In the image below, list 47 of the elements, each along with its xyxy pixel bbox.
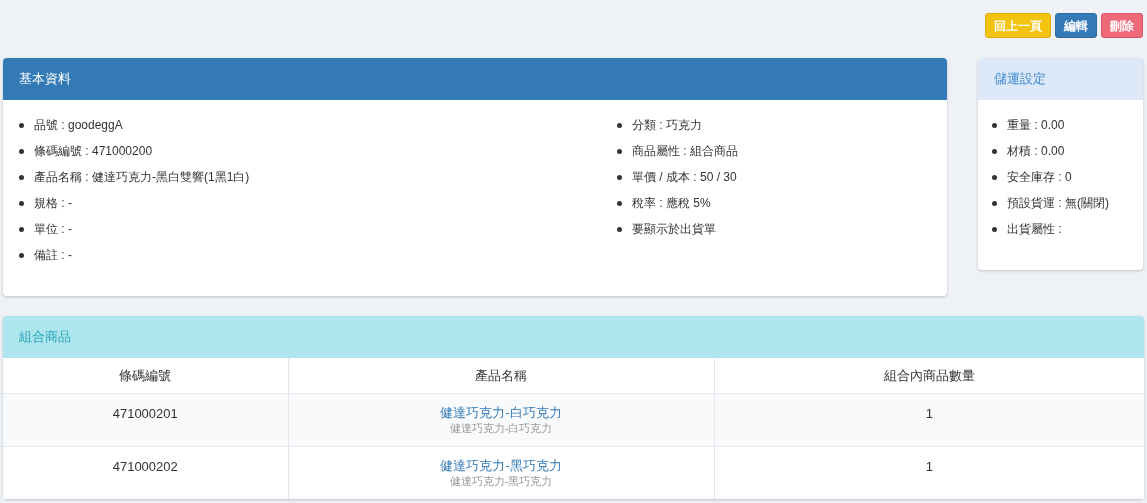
info-text: 安全庫存 : 0 xyxy=(1007,169,1072,186)
info-text: 商品屬性 : 組合商品 xyxy=(632,143,738,160)
table-cell: 471000202 xyxy=(3,446,288,499)
panel-title: 儲運設定 xyxy=(994,70,1046,89)
info-text: 出貨屬性 : xyxy=(1007,221,1062,238)
info-text: 條碼編號 : 471000200 xyxy=(34,143,153,160)
info-text: 重量 : 0.00 xyxy=(1007,117,1065,134)
delete-button[interactable]: 刪除 xyxy=(1101,13,1143,38)
info-text: 單價 / 成本 : 50 / 30 xyxy=(632,169,737,186)
bullet-icon xyxy=(19,148,24,154)
bullet-icon xyxy=(617,122,622,128)
info-text: 單位 : - xyxy=(34,221,72,238)
bullet-icon xyxy=(19,200,24,206)
bullet-icon xyxy=(617,148,622,154)
column-header: 產品名稱 xyxy=(288,358,714,393)
info-text: 稅率 : 應稅 5% xyxy=(632,195,711,212)
info-text: 材積 : 0.00 xyxy=(1007,143,1065,160)
bullet-icon xyxy=(992,122,997,128)
bullet-icon xyxy=(19,252,24,258)
bullet-icon xyxy=(617,226,622,232)
bullet-icon xyxy=(992,200,997,206)
bullet-icon xyxy=(19,122,24,128)
info-text: 規格 : - xyxy=(34,195,72,212)
table-cell: 1 xyxy=(714,393,1144,446)
bullet-icon xyxy=(19,226,24,232)
product-link[interactable]: 健達巧克力-白巧克力 xyxy=(288,403,714,421)
info-text: 品號 : goodeggA xyxy=(34,117,123,134)
column-header: 條碼編號 xyxy=(3,358,288,393)
bullet-icon xyxy=(992,174,997,180)
bullet-icon xyxy=(19,174,24,180)
panel-title: 組合商品 xyxy=(19,328,71,347)
info-text: 備註 : - xyxy=(34,247,72,264)
info-text: 產品名稱 : 健達巧克力-黑白雙響(1黑1白) xyxy=(34,169,250,186)
bullet-icon xyxy=(992,148,997,154)
info-text: 分類 : 巧克力 xyxy=(632,117,702,134)
table-cell: 471000201 xyxy=(3,393,288,446)
bullet-icon xyxy=(617,174,622,180)
edit-button[interactable]: 編輯 xyxy=(1055,13,1097,38)
info-text: 要顯示於出貨單 xyxy=(632,221,716,238)
column-header: 組合內商品數量 xyxy=(714,358,1144,393)
product-link[interactable]: 健達巧克力-黑巧克力 xyxy=(288,456,714,474)
product-subtitle: 健達巧克力-黑巧克力 xyxy=(448,473,554,489)
panel-title: 基本資料 xyxy=(19,70,71,89)
bullet-icon xyxy=(617,200,622,206)
info-text: 預設貨運 : 無(關閉) xyxy=(1007,195,1109,212)
product-subtitle: 健達巧克力-白巧克力 xyxy=(448,420,554,436)
bullet-icon xyxy=(992,226,997,232)
